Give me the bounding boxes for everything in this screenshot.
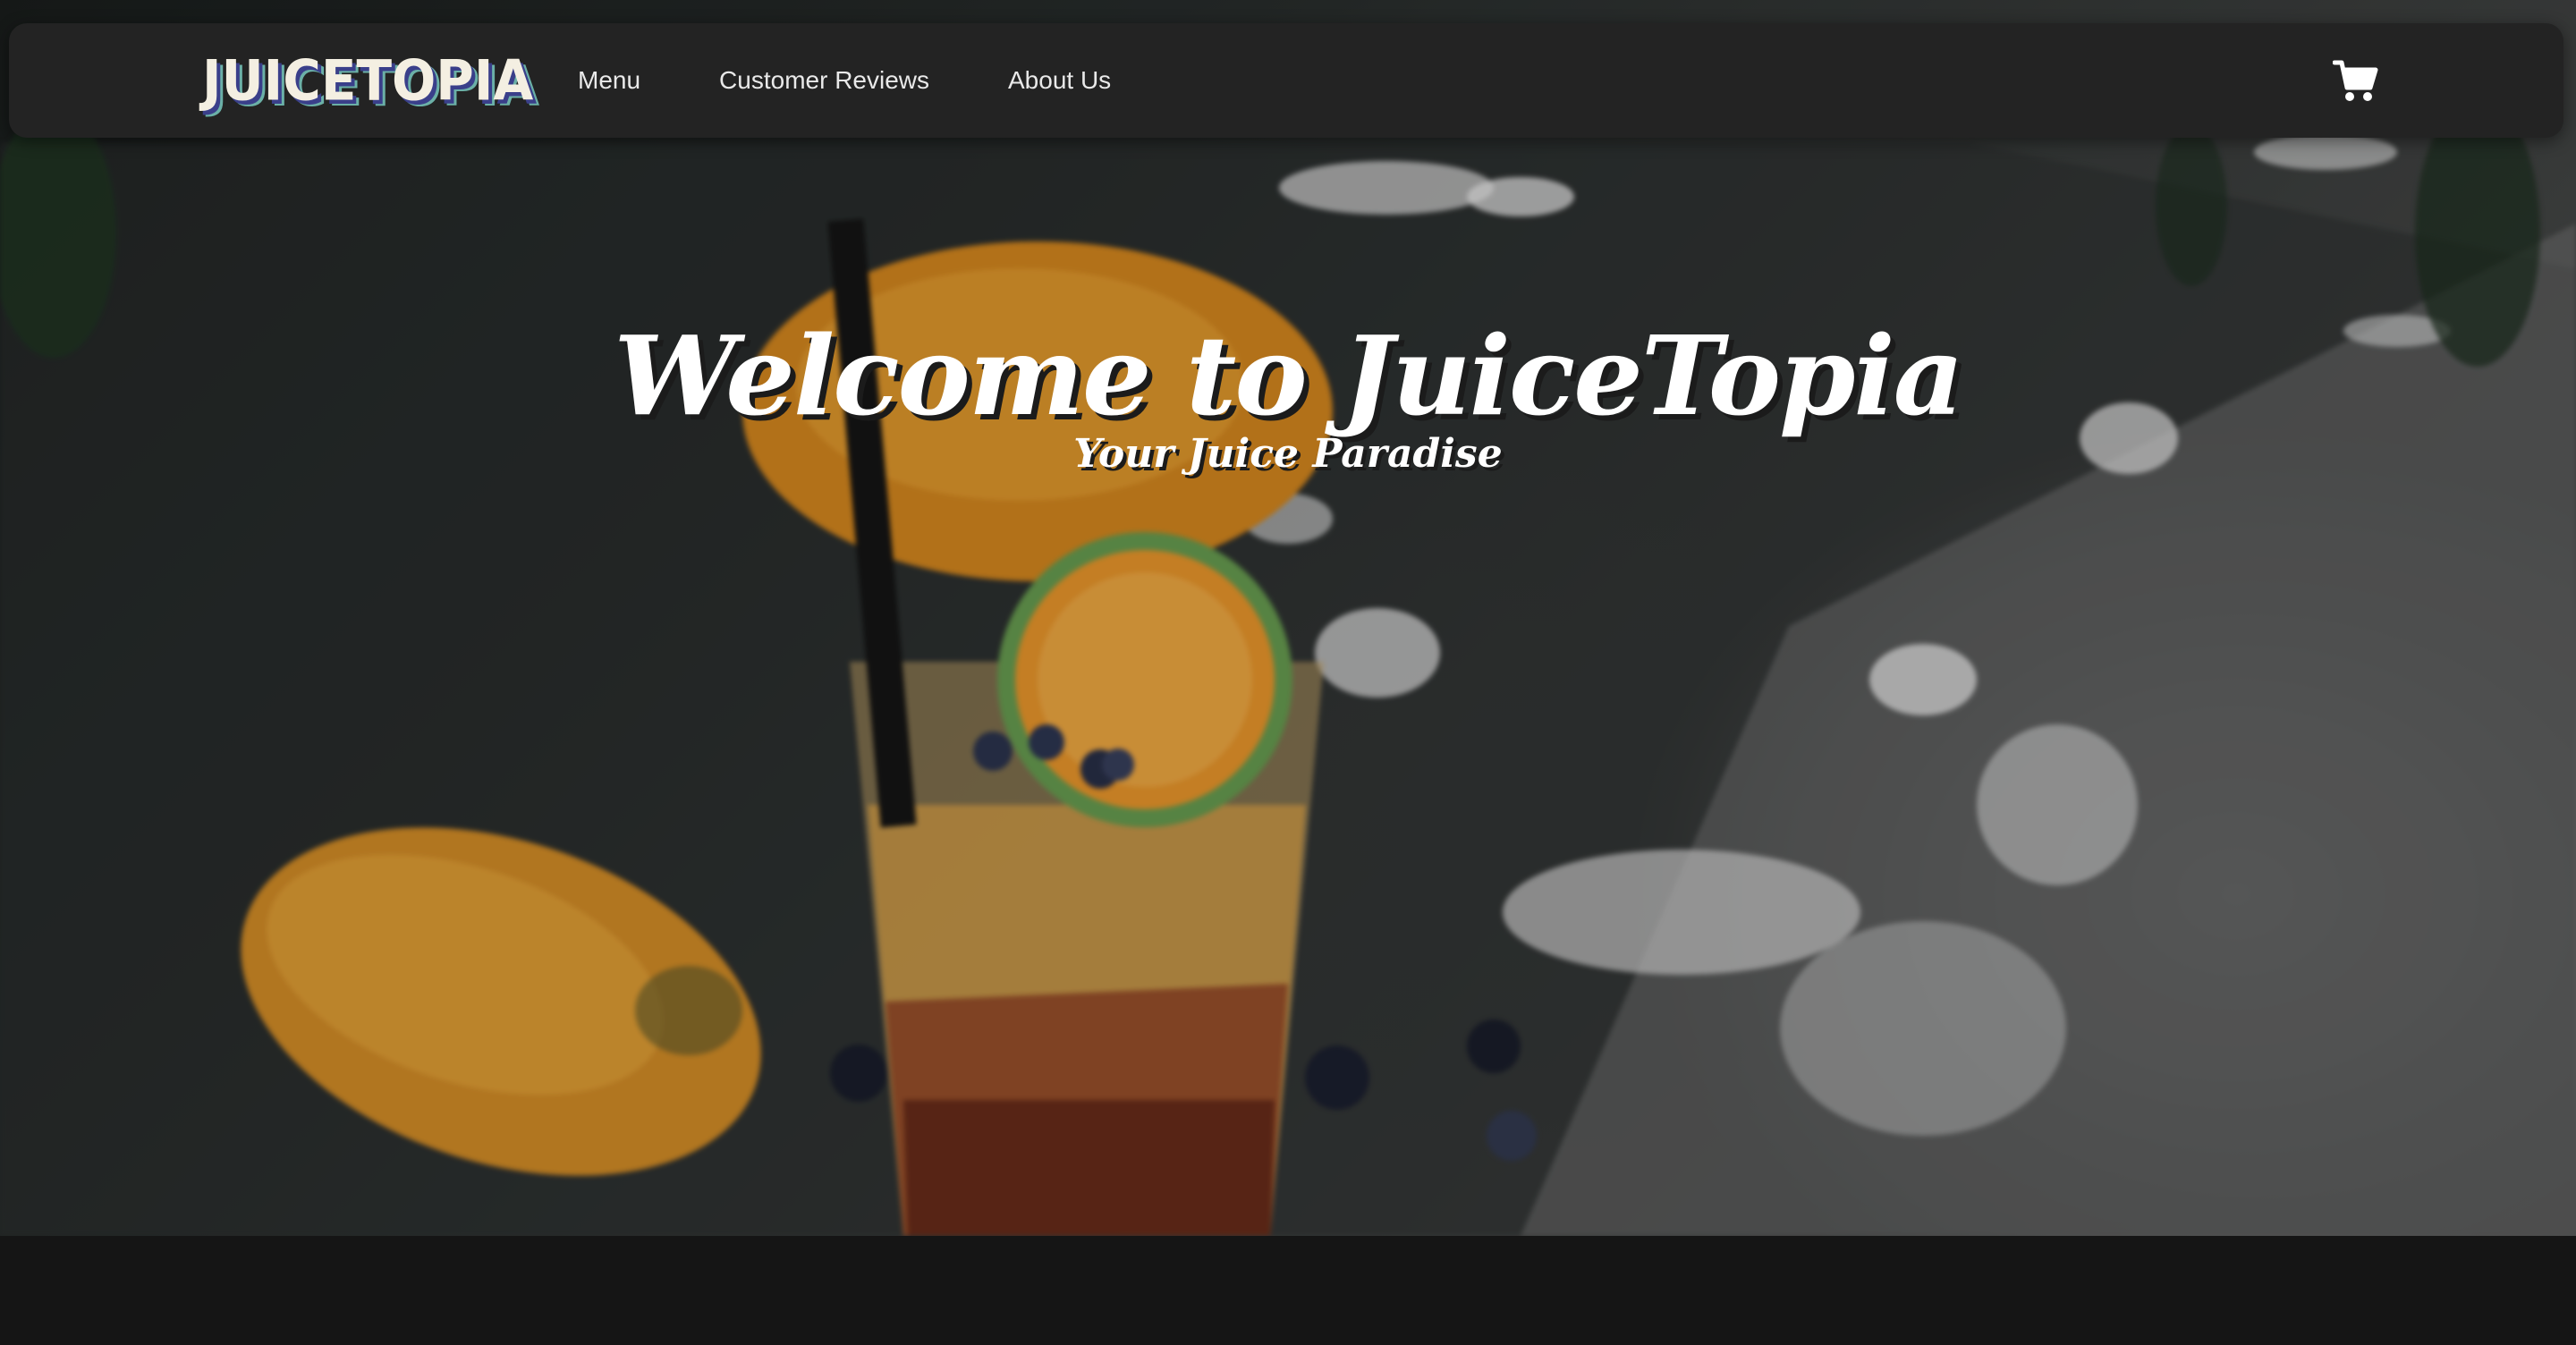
page: JUICETOPIA Menu Customer Reviews About U… [0, 0, 2576, 1345]
nav-link-customer-reviews[interactable]: Customer Reviews [719, 66, 929, 95]
nav-link-menu[interactable]: Menu [578, 66, 640, 95]
hero-background-image [0, 0, 2576, 1236]
nav-links: Menu Customer Reviews About Us [578, 23, 1111, 138]
hero-text: Welcome to JuiceTopia Your Juice Paradis… [0, 313, 2576, 479]
brand-logo[interactable]: JUICETOPIA [202, 47, 533, 113]
page-footer-area [0, 1236, 2576, 1345]
hero-title: Welcome to JuiceTopia [614, 311, 1964, 440]
navbar: JUICETOPIA Menu Customer Reviews About U… [9, 23, 2563, 138]
hero-subtitle: Your Juice Paradise [1073, 431, 1503, 477]
shopping-cart-icon[interactable] [2332, 57, 2379, 104]
nav-link-about-us[interactable]: About Us [1008, 66, 1111, 95]
